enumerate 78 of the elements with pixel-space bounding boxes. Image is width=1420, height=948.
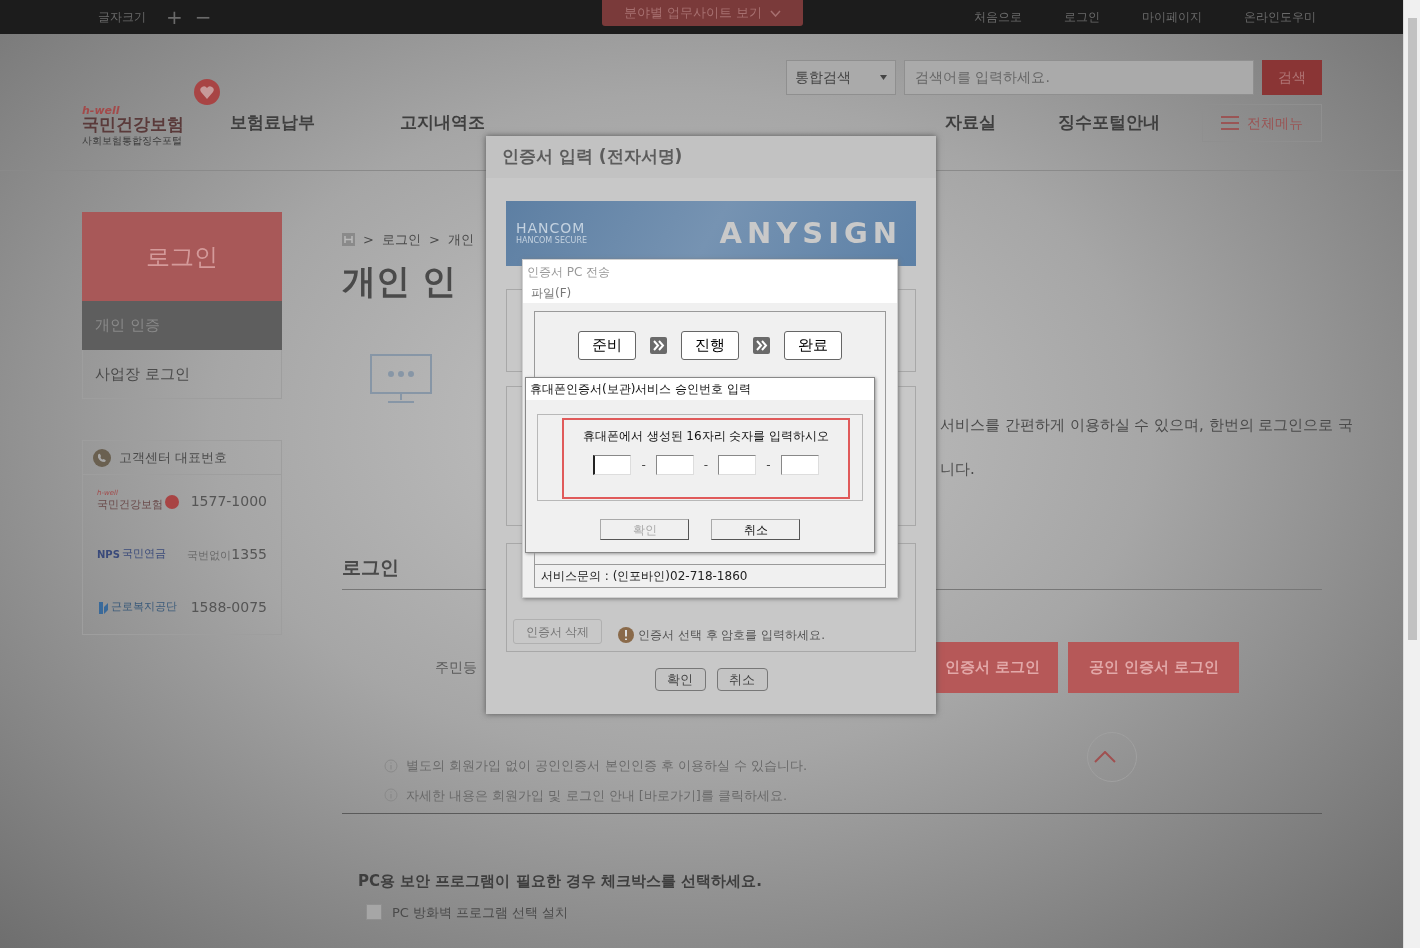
top-link[interactable]: 처음으로 [974, 8, 1022, 26]
separator-text: - [641, 457, 646, 474]
nav-item[interactable]: 고지내역조 [400, 110, 485, 136]
description-text: 서비스를 간편하게 이용하실 수 있으며, 한번의 로그인으로 국 [940, 414, 1354, 436]
cancel-button[interactable]: 취소 [716, 668, 768, 691]
font-size-label: 글자크기 [98, 9, 146, 26]
number-field[interactable] [718, 455, 757, 475]
warning-icon [618, 627, 634, 643]
org-logo-name: 국민연금 [121, 546, 166, 563]
menu-item[interactable]: 파일(F) [531, 284, 572, 302]
chevron-up-icon [1094, 751, 1116, 763]
cancel-button[interactable]: 취소 [711, 519, 800, 540]
step-button[interactable]: 준비 [578, 331, 636, 360]
phone-number: 1355 [231, 545, 267, 564]
detail-link[interactable]: [바로가기] [638, 787, 701, 803]
logo-tagline: h-well [82, 104, 121, 116]
brand-name: HANCOM [516, 220, 587, 235]
breadcrumb-link[interactable]: 개인 [447, 230, 474, 250]
search-field[interactable]: 검색어를 입력하세요. [904, 60, 1254, 95]
logo-subtitle: 사회보험통합징수포털 [82, 133, 183, 148]
home-icon [342, 233, 355, 247]
contact-title: 고객센터 대표번호 [119, 448, 228, 467]
step-button[interactable]: 진행 [681, 331, 739, 360]
hint-text: 인증서 선택 후 암호를 입력하세요. [638, 627, 826, 644]
description-text: 니다. [940, 459, 976, 480]
dialog-title: 인증서 입력 (전자서명) [486, 136, 936, 178]
monitor-icon [370, 354, 432, 404]
checkbox[interactable] [366, 904, 382, 921]
caret-icon [880, 75, 887, 80]
page-title: 개인 인 [342, 259, 456, 303]
search-button[interactable]: 검색 [1262, 60, 1322, 95]
checkbox-label: PC 방화벽 프로그램 선택 설치 [392, 903, 569, 922]
org-logo-name: 국민건강보험 [97, 496, 163, 513]
org-logo-tag: NPS [97, 547, 120, 562]
top-link[interactable]: 온라인도우미 [1244, 8, 1316, 26]
double-chevron-icon [753, 337, 770, 354]
separator-text: - [703, 457, 709, 474]
top-link[interactable]: 로그인 [1064, 8, 1100, 26]
step-button[interactable]: 완료 [784, 331, 842, 360]
number-field[interactable] [655, 455, 694, 475]
nav-item[interactable]: 징수포털안내 [1058, 110, 1160, 136]
nav-item[interactable]: 보험료납부 [230, 110, 315, 136]
heart-logo-icon [165, 494, 179, 509]
menu-icon [1221, 115, 1239, 131]
breadcrumb-link[interactable]: 로그인 [381, 230, 421, 250]
service-contact-text: 서비스문의 : (인포바인)02-718-1860 [534, 564, 886, 588]
org-logo-name: 근로복지공단 [111, 599, 177, 616]
logo-name: 국민건강보험 [82, 115, 185, 133]
sidebar-item[interactable]: 사업장 로그인 [82, 350, 282, 399]
font-decrease-button[interactable]: − [188, 7, 218, 27]
number-field[interactable] [593, 455, 632, 475]
brand-subtitle: HANCOM SECURE [516, 234, 587, 247]
chevron-down-icon [770, 9, 782, 17]
scroll-top-button[interactable] [1087, 732, 1137, 782]
number-field[interactable] [780, 455, 819, 475]
scrollbar[interactable] [1403, 0, 1420, 948]
double-chevron-icon [650, 337, 667, 354]
font-increase-button[interactable]: + [160, 7, 189, 27]
sidebar-title: 로그인 [82, 212, 282, 301]
separator-text: - [766, 457, 771, 474]
nav-item[interactable]: 자료실 [945, 110, 996, 136]
heart-logo-icon [192, 78, 222, 108]
section-heading: PC용 보안 프로그램이 필요한 경우 체크박스를 선택하세요. [357, 871, 764, 892]
instruction-text: 휴대폰에서 생성된 16자리 숫자를 입력하시오 [582, 428, 830, 445]
id-label: 주민등 [435, 658, 477, 677]
window-title: 인증서 PC 전송 [526, 263, 612, 281]
login-button[interactable]: 공인 인증서 로그인 [1068, 642, 1240, 693]
search-scope-select[interactable]: 통합검색 [786, 60, 896, 95]
top-link[interactable]: 마이페이지 [1142, 8, 1202, 26]
dialog-title: 휴대폰인증서(보관)서비스 승인번호 입력 [526, 378, 874, 400]
breadcrumb-separator: > [363, 231, 374, 249]
phone-number: 1577-1000 [190, 492, 267, 511]
phone-number: 1588-0075 [190, 598, 267, 617]
product-name: ANYSIGN [719, 214, 902, 252]
confirm-button[interactable]: 확인 [654, 668, 706, 691]
breadcrumb-separator: > [428, 231, 440, 249]
phone-icon [93, 448, 111, 467]
org-logo-icon [97, 600, 109, 615]
